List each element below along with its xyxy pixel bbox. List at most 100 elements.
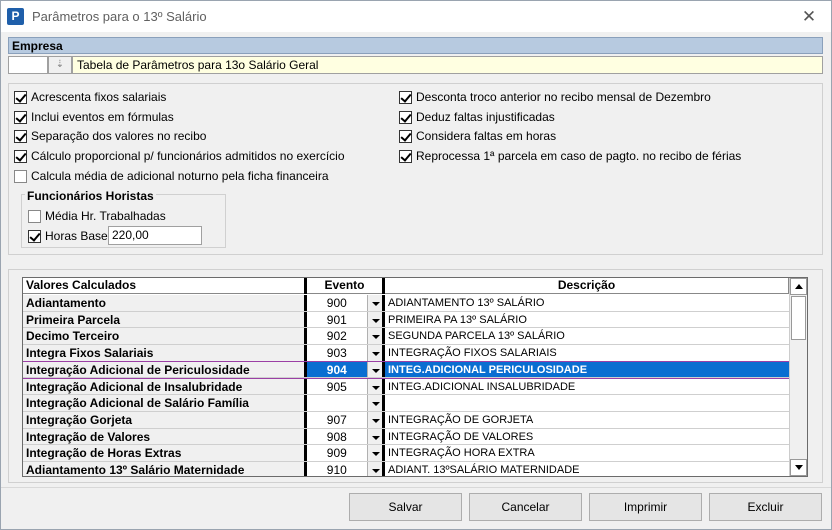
option-media-adicional-noturno[interactable]: Calcula média de adicional noturno pela … <box>14 168 329 184</box>
chevron-down-icon[interactable] <box>366 428 382 445</box>
cell-evento[interactable]: 904 <box>307 361 385 378</box>
chevron-down-icon[interactable] <box>366 411 382 428</box>
evento-value[interactable]: 905 <box>307 379 367 395</box>
checkbox[interactable] <box>28 209 41 223</box>
cell-evento[interactable]: 909 <box>307 445 385 461</box>
evento-value[interactable]: 900 <box>307 295 367 311</box>
checkbox[interactable] <box>14 110 27 124</box>
scroll-up-icon[interactable] <box>790 278 807 295</box>
cell-evento[interactable]: 907 <box>307 411 385 428</box>
chevron-down-icon[interactable] <box>366 311 382 328</box>
option-faltas-horas[interactable]: Considera faltas em horas <box>399 128 556 144</box>
chevron-down-icon[interactable] <box>366 345 382 361</box>
table-row[interactable]: Integração Adicional de Salário Família <box>23 395 789 412</box>
checkbox[interactable] <box>14 149 27 163</box>
cell-evento[interactable]: 903 <box>307 345 385 361</box>
chevron-down-icon[interactable] <box>366 445 382 461</box>
evento-value[interactable]: 903 <box>307 345 367 361</box>
table-row[interactable]: Adiantamento 900 ADIANTAMENTO 13º SALÁRIO <box>23 295 789 312</box>
cell-descricao <box>385 395 789 411</box>
checkbox[interactable] <box>14 169 27 183</box>
evento-value[interactable]: 909 <box>307 445 367 461</box>
horas-base-input[interactable]: 220,00 <box>108 226 202 245</box>
horistas-title: Funcionários Horistas <box>25 189 156 203</box>
cell-descricao: ADIANTAMENTO 13º SALÁRIO <box>388 297 545 309</box>
checkbox[interactable] <box>399 90 412 104</box>
empresa-code-field[interactable] <box>8 56 48 74</box>
evento-value[interactable]: 907 <box>307 412 367 428</box>
empresa-name-field: Tabela de Parâmetros para 13o Salário Ge… <box>72 56 823 74</box>
cell-valor-calculado: Integração de Valores <box>23 428 307 445</box>
option-deduz-faltas[interactable]: Deduz faltas injustificadas <box>399 109 555 125</box>
grid-header: Valores Calculados Evento Descrição <box>23 278 789 294</box>
option-label: Separação dos valores no recibo <box>31 129 207 143</box>
option-label: Calcula média de adicional noturno pela … <box>31 169 329 183</box>
scroll-down-icon[interactable] <box>790 459 807 476</box>
table-row[interactable]: Integração Adicional de Insalubridade 905… <box>23 378 789 396</box>
option-inclui-eventos[interactable]: Inclui eventos em fórmulas <box>14 109 174 125</box>
table-row[interactable]: Integração Adicional de Periculosidade 90… <box>23 360 790 380</box>
cell-evento[interactable]: 900 <box>307 295 385 311</box>
chevron-down-icon[interactable] <box>366 328 382 345</box>
table-row[interactable]: Adiantamento 13º Salário Maternidade 910 A… <box>23 462 789 476</box>
salvar-button[interactable]: Salvar <box>349 493 462 521</box>
empresa-lookup-button[interactable]: ⇣ <box>48 56 72 74</box>
cell-valor-calculado: Integração Adicional de Insalubridade <box>23 378 307 395</box>
table-row[interactable]: Decimo Terceiro 902 SEGUNDA PARCELA 13º SA… <box>23 328 789 346</box>
chevron-down-icon[interactable] <box>366 378 382 395</box>
cell-descricao: INTEGRAÇÃO DE VALORES <box>388 430 534 443</box>
cell-evento[interactable]: 902 <box>307 328 385 345</box>
option-media-hr[interactable]: Média Hr. Trabalhadas <box>28 208 166 224</box>
checkbox[interactable] <box>399 110 412 124</box>
cell-descricao: INTEGRAÇÃO DE GORJETA <box>388 413 534 426</box>
col-header-descricao[interactable]: Descrição <box>385 278 789 294</box>
cell-evento[interactable]: 908 <box>307 428 385 445</box>
evento-value[interactable]: 901 <box>307 312 367 328</box>
checkbox[interactable] <box>399 149 412 163</box>
chevron-down-icon[interactable] <box>366 361 382 378</box>
excluir-button[interactable]: Excluir <box>709 493 822 521</box>
chevron-down-icon[interactable] <box>366 462 382 476</box>
cell-evento[interactable]: 905 <box>307 378 385 395</box>
table-row[interactable]: Integração de Horas Extras 909 INTEGRAÇÃO … <box>23 445 789 462</box>
evento-value[interactable]: 902 <box>307 328 367 344</box>
evento-value[interactable]: 904 <box>307 362 367 378</box>
checkbox[interactable] <box>14 129 27 143</box>
evento-value[interactable]: 908 <box>307 429 367 445</box>
option-label: Média Hr. Trabalhadas <box>45 209 166 223</box>
option-desconta-troco[interactable]: Desconta troco anterior no recibo mensal… <box>399 89 711 105</box>
vertical-scrollbar[interactable] <box>789 278 807 476</box>
table-row[interactable]: Integra Fixos Salariais 903 INTEGRAÇÃO FIX… <box>23 345 789 362</box>
imprimir-button[interactable]: Imprimir <box>589 493 702 521</box>
col-header-valores[interactable]: Valores Calculados <box>23 278 307 294</box>
cancelar-button[interactable]: Cancelar <box>469 493 582 521</box>
table-row[interactable]: Integração de Valores 908 INTEGRAÇÃO DE VA… <box>23 428 789 446</box>
title-bar: P Parâmetros para o 13º Salário ✕ <box>1 1 831 32</box>
scroll-thumb[interactable] <box>791 296 806 340</box>
cell-valor-calculado: Adiantamento 13º Salário Maternidade <box>23 462 307 476</box>
option-label: Horas Base <box>45 229 108 243</box>
table-row[interactable]: Primeira Parcela 901 PRIMEIRA PA 13º SALÁR… <box>23 311 789 329</box>
cell-evento[interactable]: 910 <box>307 462 385 476</box>
option-acrescenta-fixos[interactable]: Acrescenta fixos salariais <box>14 89 166 105</box>
cell-descricao: INTEG.ADICIONAL PERICULOSIDADE <box>385 361 789 378</box>
cell-descricao: ADIANT. 13ºSALÁRIO MATERNIDADE <box>388 464 580 476</box>
option-reprocessa-parcela[interactable]: Reprocessa 1ª parcela em caso de pagto. … <box>399 148 741 164</box>
checkbox[interactable] <box>28 229 41 243</box>
cell-descricao: INTEGRAÇÃO FIXOS SALARIAIS <box>388 347 557 360</box>
option-horas-base[interactable]: Horas Base <box>28 228 108 244</box>
chevron-down-icon[interactable] <box>366 295 382 311</box>
option-calculo-proporcional[interactable]: Cálculo proporcional p/ funcionários adm… <box>14 148 345 164</box>
checkbox[interactable] <box>14 90 27 104</box>
cell-evento[interactable] <box>307 395 385 411</box>
col-header-evento[interactable]: Evento <box>307 278 385 294</box>
cell-descricao: PRIMEIRA PA 13º SALÁRIO <box>388 313 527 326</box>
close-icon[interactable]: ✕ <box>787 1 831 32</box>
option-separacao-valores[interactable]: Separação dos valores no recibo <box>14 128 206 144</box>
checkbox[interactable] <box>399 129 412 143</box>
table-row[interactable]: Integração Gorjeta 907 INTEGRAÇÃO DE GORJE… <box>23 411 789 429</box>
chevron-down-icon[interactable] <box>366 395 382 411</box>
evento-value[interactable] <box>307 395 367 411</box>
cell-evento[interactable]: 901 <box>307 311 385 328</box>
evento-value[interactable]: 910 <box>307 462 367 476</box>
